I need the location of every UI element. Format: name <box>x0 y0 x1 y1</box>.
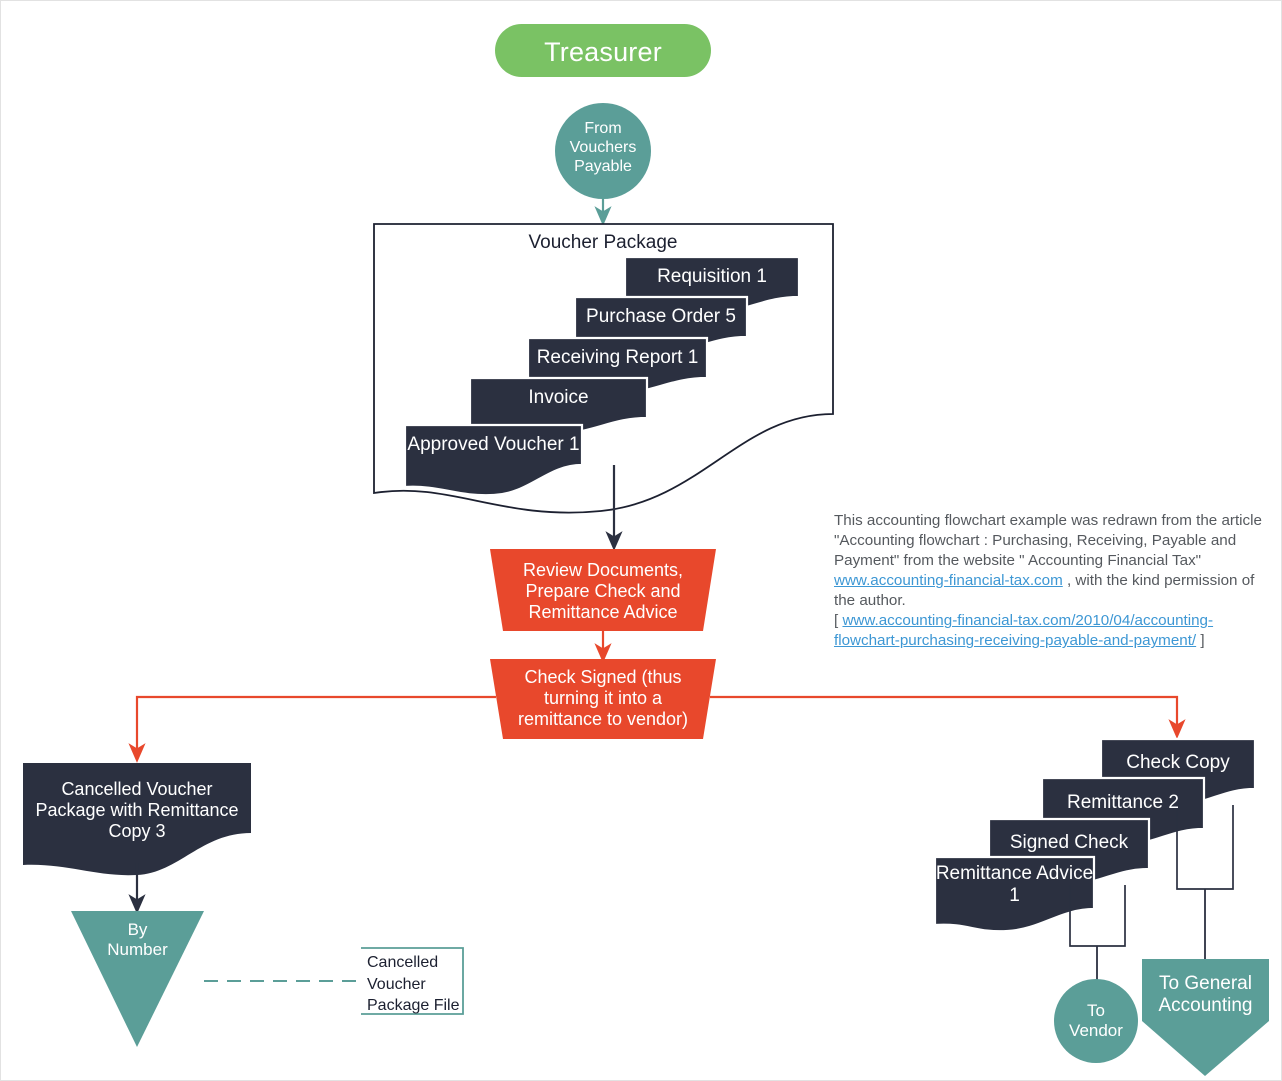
review-process-shape <box>490 549 716 631</box>
to-vendor-shape <box>1054 979 1138 1063</box>
check-signed-process-shape <box>490 659 716 739</box>
attribution-link-article[interactable]: www.accounting-financial-tax.com/2010/04… <box>834 612 1213 649</box>
by-number-file-triangle <box>71 911 204 1047</box>
check-signed-left-branch-connector <box>128 695 496 763</box>
attribution-bracket-close: ] <box>1196 632 1205 650</box>
voucher-package-title: Voucher Package <box>528 232 678 253</box>
attribution-line-1: This accounting flowchart example was re… <box>834 512 1262 570</box>
flowchart-canvas: Treasurer From Vouchers Payable Voucher … <box>0 0 1282 1081</box>
check-signed-right-branch-connector <box>710 695 1186 739</box>
entry-connector-shape <box>555 103 651 199</box>
title-band <box>495 24 711 77</box>
attribution-note: This accounting flowchart example was re… <box>834 511 1266 651</box>
to-general-accounting-shape <box>1142 959 1269 1076</box>
document-cancelled-voucher-package <box>23 763 251 876</box>
attribution-link-site[interactable]: www.accounting-financial-tax.com <box>834 572 1063 589</box>
file-annotation-label: Cancelled Voucher Package File <box>367 954 460 1015</box>
